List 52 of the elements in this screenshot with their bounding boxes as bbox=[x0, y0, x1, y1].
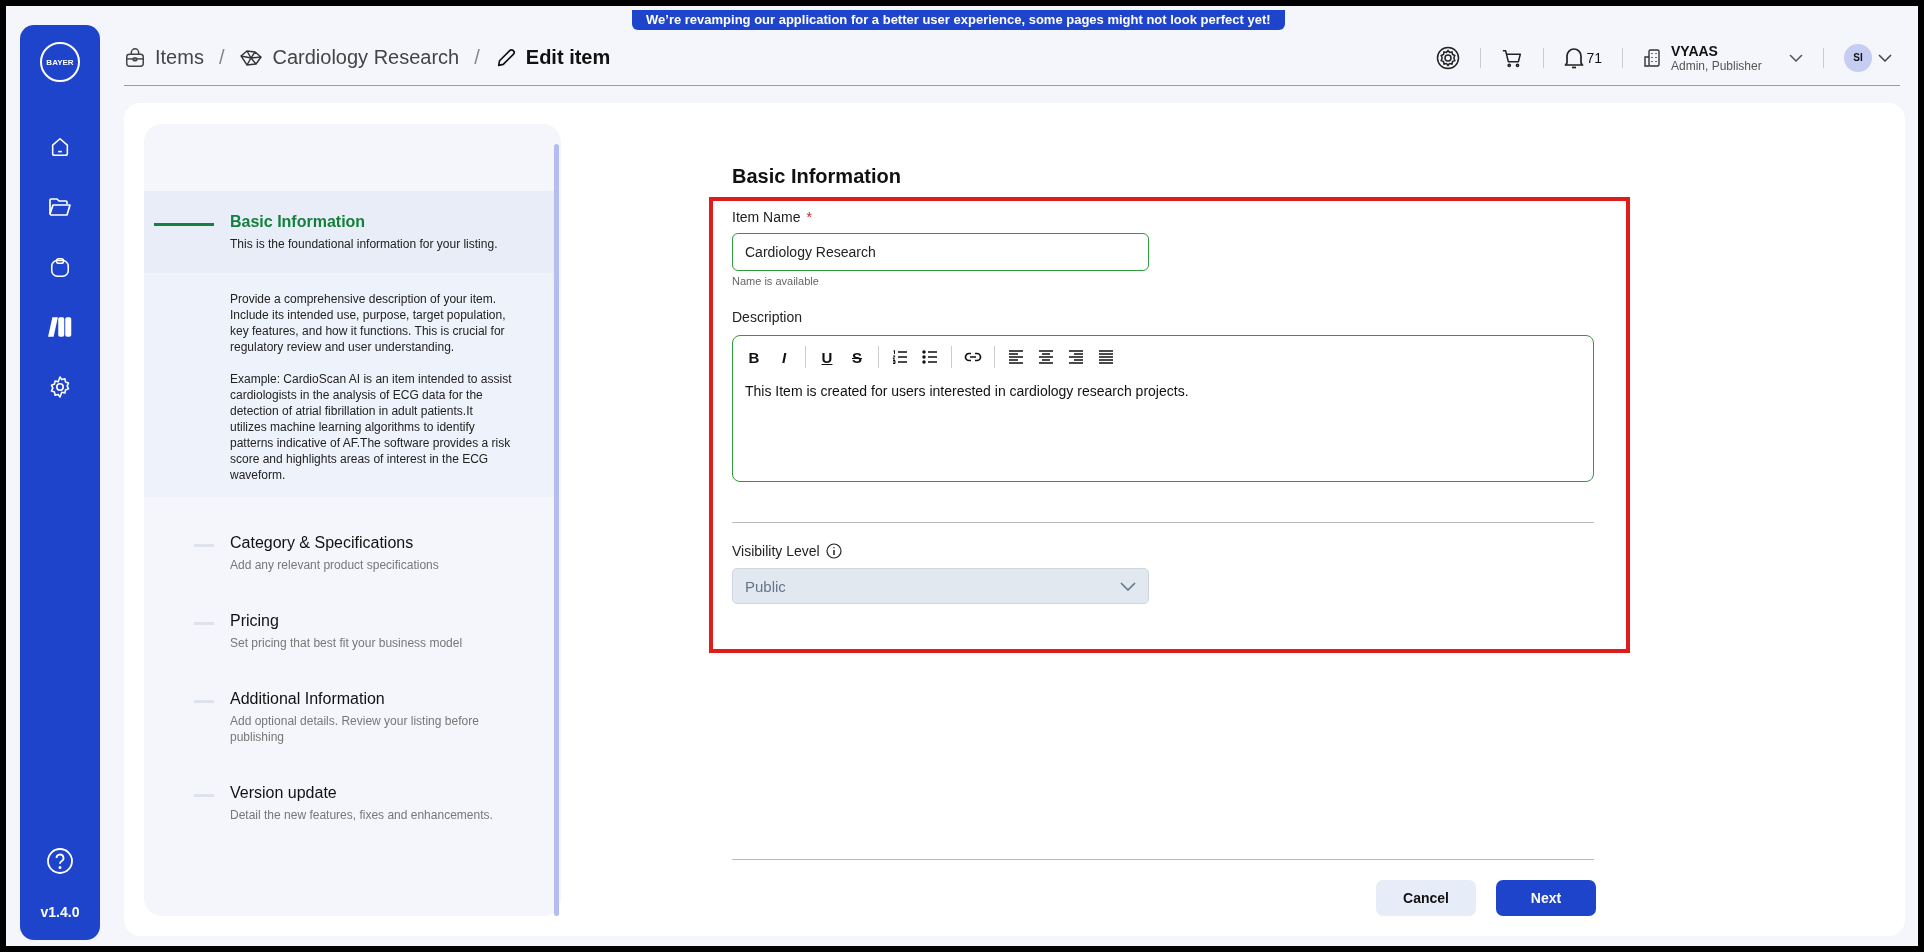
user-avatar[interactable]: SI bbox=[1844, 43, 1872, 72]
breadcrumb-separator: / bbox=[474, 46, 480, 69]
logo-icon: BAYER bbox=[40, 42, 80, 82]
scrollbar[interactable] bbox=[554, 144, 559, 916]
section-title: Basic Information bbox=[732, 164, 902, 188]
user-roles: Admin, Publisher bbox=[1671, 58, 1763, 73]
align-right-button[interactable] bbox=[1067, 347, 1085, 367]
field-label: Item Name bbox=[732, 209, 801, 225]
align-left-button[interactable] bbox=[1007, 347, 1025, 367]
breadcrumb-link[interactable]: Cardiology Research bbox=[272, 46, 460, 69]
page-title: Edit item bbox=[525, 46, 611, 69]
bullet-list-button[interactable] bbox=[921, 347, 939, 367]
chevron-down-icon[interactable] bbox=[1878, 53, 1892, 62]
required-mark: * bbox=[806, 209, 812, 225]
field-label: Visibility Level bbox=[732, 543, 820, 559]
description-text: This Item is created for users interested in cardiology research projects. bbox=[745, 383, 1190, 399]
cancel-button[interactable]: Cancel bbox=[1376, 880, 1476, 916]
rich-text-editor[interactable]: B I U S This Item is created for users interested in cardiology research projects. bbox=[732, 335, 1594, 482]
justify-button[interactable] bbox=[1097, 347, 1115, 367]
active-step[interactable]: Basic Information This is the foundational information for your listing. bbox=[144, 191, 554, 273]
field-label: Description bbox=[732, 309, 804, 325]
gear-icon[interactable] bbox=[1436, 45, 1461, 70]
step-item[interactable]: Additional Information Add optional details. Review your listing before publishing bbox=[144, 690, 561, 745]
step-item[interactable]: Pricing Set pricing that best fit your business model bbox=[144, 612, 561, 651]
next-button[interactable]: Next bbox=[1496, 880, 1596, 916]
building-icon bbox=[1643, 47, 1663, 68]
step-item[interactable]: Category & Specifications Add any relevant product specifications bbox=[144, 534, 561, 573]
help-button[interactable] bbox=[46, 847, 74, 875]
step-item[interactable]: Version update Detail the new features, fixes and enhancements. bbox=[144, 784, 561, 823]
notification-count: 71 bbox=[1586, 49, 1602, 66]
help-paragraph: Provide a comprehensive description of your item. Include its intended use, purpose, target population, key features, and how it functions. This is crucial for regulatory review and user understanding. bbox=[230, 291, 507, 355]
align-center-button[interactable] bbox=[1037, 347, 1055, 367]
underline-button[interactable]: U bbox=[818, 347, 836, 367]
info-icon[interactable] bbox=[825, 543, 842, 559]
item-name-field[interactable]: Cardiology Research bbox=[732, 233, 1149, 271]
bell-icon[interactable] bbox=[1564, 46, 1585, 69]
breadcrumb-separator: / bbox=[218, 46, 225, 69]
network-icon bbox=[239, 47, 264, 68]
chevron-down-icon bbox=[1120, 581, 1136, 591]
italic-button[interactable]: I bbox=[775, 347, 793, 367]
bold-button[interactable]: B bbox=[745, 347, 763, 367]
books-button[interactable] bbox=[47, 314, 73, 340]
help-paragraph: Example: CardioScan AI is an item intended to assist cardiologists in the analysis of ECG data for the detection of atrial fibrillation in adult patients.It utilizes machine learning algorithms to identify patterns indicative of AF.The software provides a risk score and highlights areas of interest in the ECG waveform. bbox=[230, 371, 512, 483]
announcement-banner: We’re revamping our application for a better user experience, some pages might not look perfect yet! bbox=[632, 10, 1285, 30]
chevron-down-icon[interactable] bbox=[1789, 53, 1803, 62]
ordered-list-button[interactable] bbox=[891, 347, 909, 367]
version-label: v1.4.0 bbox=[40, 904, 80, 920]
strikethrough-button[interactable]: S bbox=[848, 347, 866, 367]
breadcrumb-link[interactable]: Items bbox=[155, 46, 204, 69]
field-hint: Name is available bbox=[732, 275, 820, 287]
organization-name: VYAAS bbox=[1671, 42, 1719, 59]
basket-icon bbox=[124, 46, 146, 69]
